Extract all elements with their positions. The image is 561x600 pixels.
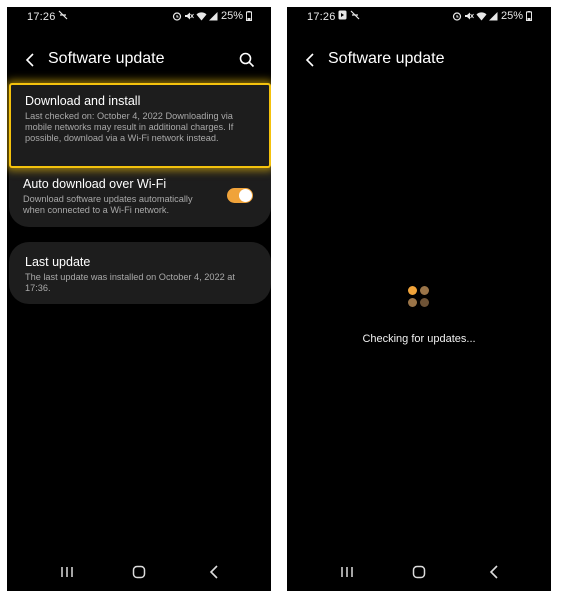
phone-screen-settings: 17:26 25% Software update Download and i… <box>7 7 271 591</box>
spinner-dot <box>408 286 417 295</box>
battery-percentage: 25% <box>500 10 523 22</box>
recent-apps-button[interactable] <box>59 565 75 579</box>
signal-icon <box>488 11 498 21</box>
recent-apps-icon <box>341 567 353 577</box>
search-button[interactable] <box>237 50 257 70</box>
nav-back-icon <box>209 565 218 579</box>
last-update-subtitle: The last update was installed on October… <box>25 272 235 293</box>
page-title: Software update <box>328 50 445 67</box>
do-not-disturb-icon <box>350 10 360 20</box>
home-button[interactable] <box>132 565 146 579</box>
alarm-icon <box>172 11 182 21</box>
wifi-icon <box>196 11 207 21</box>
checking-status-text: Checking for updates... <box>362 333 476 345</box>
phone-screen-checking: 17:26 25% Software update Checking for u… <box>287 7 551 591</box>
nav-back-button[interactable] <box>487 564 501 580</box>
status-bar: 17:26 25% <box>7 7 271 29</box>
spinner-dot <box>420 286 429 295</box>
chevron-left-icon <box>25 53 34 67</box>
page-title: Software update <box>48 50 165 67</box>
spinner-dot <box>408 298 417 307</box>
back-button[interactable] <box>21 50 41 70</box>
recent-apps-icon <box>61 567 73 577</box>
spinner-dot <box>420 298 429 307</box>
auto-download-subtitle: Download software updates automatically … <box>23 194 193 215</box>
wifi-icon <box>476 11 487 21</box>
auto-download-item[interactable]: Auto download over Wi-Fi Download softwa… <box>9 167 271 227</box>
battery-icon <box>246 11 255 21</box>
last-update-item[interactable]: Last update The last update was installe… <box>9 242 271 304</box>
app-bar: Software update <box>7 45 271 75</box>
nav-back-icon <box>489 565 498 579</box>
do-not-disturb-icon <box>58 10 68 20</box>
auto-download-toggle[interactable] <box>227 188 253 203</box>
battery-percentage: 25% <box>220 10 243 22</box>
back-button[interactable] <box>301 50 321 70</box>
search-icon <box>239 52 255 68</box>
recent-apps-button[interactable] <box>339 565 355 579</box>
notification-icon <box>338 10 347 20</box>
chevron-left-icon <box>305 53 314 67</box>
toggle-knob <box>239 189 252 202</box>
alarm-icon <box>452 11 462 21</box>
mute-icon <box>464 11 474 21</box>
download-and-install-item[interactable]: Download and install Last checked on: Oc… <box>9 83 271 168</box>
loading-spinner <box>408 286 432 310</box>
navigation-bar <box>7 553 271 591</box>
download-title: Download and install <box>25 94 141 108</box>
status-time: 17:26 <box>307 11 336 23</box>
home-icon <box>132 565 146 579</box>
navigation-bar <box>287 553 551 591</box>
battery-icon <box>526 11 535 21</box>
status-bar: 17:26 25% <box>287 7 551 29</box>
status-time: 17:26 <box>27 11 56 23</box>
home-icon <box>412 565 426 579</box>
nav-back-button[interactable] <box>207 564 221 580</box>
last-update-title: Last update <box>25 255 91 269</box>
mute-icon <box>184 11 194 21</box>
signal-icon <box>208 11 218 21</box>
auto-download-title: Auto download over Wi-Fi <box>23 177 167 191</box>
app-bar: Software update <box>287 45 551 75</box>
download-subtitle: Last checked on: October 4, 2022 Downloa… <box>25 111 234 143</box>
home-button[interactable] <box>412 565 426 579</box>
